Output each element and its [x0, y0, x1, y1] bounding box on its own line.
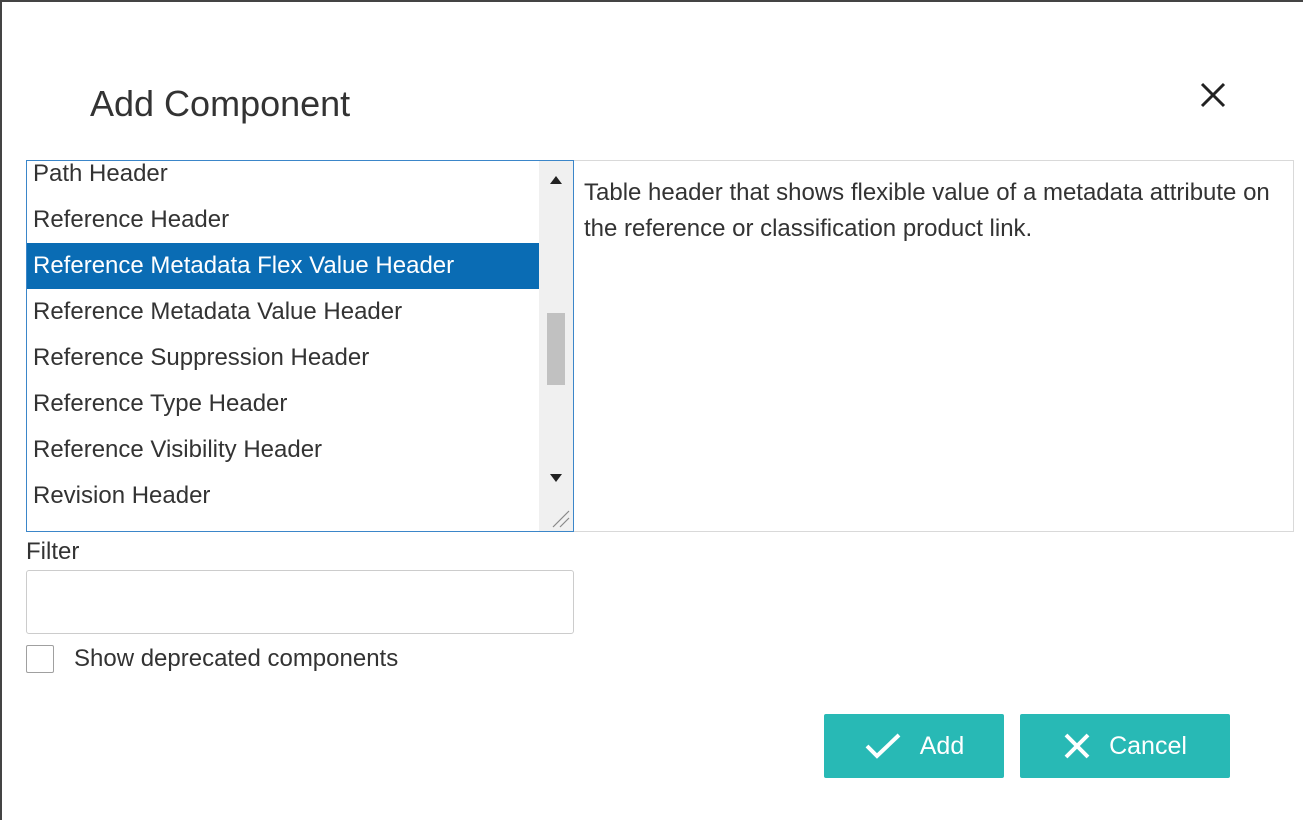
show-deprecated-toggle[interactable]: Show deprecated components — [26, 642, 398, 676]
resize-grip-icon[interactable] — [547, 505, 571, 529]
dialog-title: Add Component — [90, 83, 351, 124]
list-item[interactable]: Reference Header — [27, 197, 539, 243]
list-item[interactable]: Path Header — [27, 161, 539, 197]
list-item[interactable]: Revision Header — [27, 473, 539, 519]
component-description: Table header that shows flexible value o… — [574, 160, 1294, 532]
add-component-dialog: Add Component Path Header Reference Head… — [0, 0, 1303, 820]
filter-label: Filter — [26, 538, 80, 565]
component-list[interactable]: Path Header Reference Header Reference M… — [26, 160, 574, 532]
checkmark-icon — [864, 732, 902, 760]
list-item[interactable]: Reference Type Header — [27, 381, 539, 427]
filter-input[interactable] — [26, 570, 574, 634]
scroll-thumb[interactable] — [547, 313, 565, 385]
show-deprecated-checkbox[interactable] — [26, 645, 54, 673]
list-item[interactable]: Reference Visibility Header — [27, 427, 539, 473]
show-deprecated-label: Show deprecated components — [74, 645, 399, 672]
add-button-label: Add — [919, 731, 965, 760]
list-item-selected[interactable]: Reference Metadata Flex Value Header — [27, 243, 539, 289]
list-item[interactable]: Reference Suppression Header — [27, 335, 539, 381]
close-button[interactable] — [1192, 74, 1236, 118]
component-list-items: Path Header Reference Header Reference M… — [27, 161, 539, 519]
triangle-up-icon — [550, 176, 562, 184]
cancel-button-label: Cancel — [1109, 731, 1187, 760]
x-icon — [1063, 732, 1091, 760]
add-button[interactable]: Add — [824, 714, 1004, 778]
list-item[interactable]: Reference Metadata Value Header — [27, 289, 539, 335]
cancel-button[interactable]: Cancel — [1020, 714, 1230, 778]
scroll-up-button[interactable] — [539, 163, 573, 197]
list-scrollbar[interactable] — [539, 161, 573, 531]
scroll-down-button[interactable] — [539, 461, 573, 495]
triangle-down-icon — [550, 474, 562, 482]
close-icon — [1200, 82, 1226, 108]
